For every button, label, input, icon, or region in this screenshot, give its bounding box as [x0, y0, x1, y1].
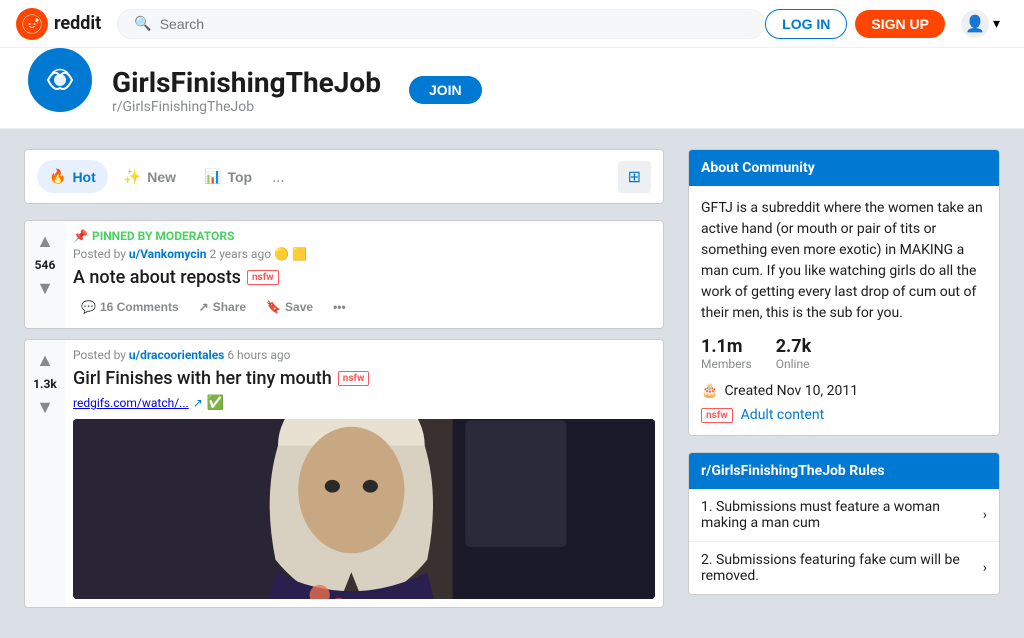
- pin-icon: 📌: [73, 229, 88, 243]
- post-body: 📌 PINNED BY MODERATORS Posted by u/Vanko…: [65, 221, 663, 328]
- members-stat: 1.1m Members: [701, 336, 752, 371]
- post-meta: Posted by u/dracoorientales 6 hours ago: [73, 348, 655, 362]
- external-link-icon: ↗: [193, 396, 203, 410]
- post-time: 6 hours ago: [227, 348, 290, 362]
- chevron-down-icon: ▾: [993, 16, 1000, 32]
- search-bar[interactable]: 🔍: [117, 9, 765, 39]
- sidebar: About Community GFTJ is a subreddit wher…: [688, 149, 1000, 618]
- about-description: GFTJ is a subreddit where the women take…: [701, 198, 987, 324]
- upvote-button[interactable]: ▲: [32, 348, 58, 373]
- more-options-button[interactable]: ...: [272, 167, 285, 186]
- save-icon: 🔖: [266, 300, 281, 314]
- join-button[interactable]: JOIN: [409, 76, 482, 104]
- user-menu[interactable]: 👤 ▾: [953, 6, 1008, 42]
- online-label: Online: [776, 357, 812, 371]
- post-image-container[interactable]: [73, 419, 655, 599]
- flame-icon: 🔥: [49, 168, 66, 185]
- search-icon: 🔍: [134, 16, 151, 32]
- sparkle-icon: ✨: [124, 168, 141, 185]
- about-community-body: GFTJ is a subreddit where the women take…: [689, 186, 999, 435]
- award-icon-1: 🟡: [274, 247, 289, 261]
- post-title: Girl Finishes with her tiny mouth nsfw: [73, 368, 655, 389]
- rules-header: r/GirlsFinishingTheJob Rules: [689, 453, 999, 489]
- user-avatar-icon: 👤: [961, 10, 989, 38]
- subreddit-info: GirlsFinishingTheJob r/GirlsFinishingThe…: [112, 66, 381, 115]
- upvote-button[interactable]: ▲: [32, 229, 58, 254]
- reddit-wordmark: reddit: [54, 13, 101, 34]
- post-link: redgifs.com/watch/... ↗ ✅: [73, 395, 655, 411]
- logo[interactable]: reddit: [16, 8, 101, 40]
- post-vote-section: ▲ 546 ▼: [25, 221, 65, 328]
- share-button[interactable]: ↗ Share: [191, 294, 254, 320]
- feed: 🔥 Hot ✨ New 📊 Top ... ⊞ ▲ 546 ▼: [24, 149, 664, 618]
- reddit-logo-icon: [16, 8, 48, 40]
- post-body: Posted by u/dracoorientales 6 hours ago …: [65, 340, 663, 607]
- sort-new-button[interactable]: ✨ New: [112, 160, 188, 193]
- adult-content-label: Adult content: [741, 407, 825, 423]
- downvote-button[interactable]: ▼: [32, 276, 58, 301]
- external-link[interactable]: redgifs.com/watch/...: [73, 396, 189, 410]
- post-vote-section: ▲ 1.3k ▼: [25, 340, 65, 607]
- post-title: A note about reposts nsfw: [73, 267, 655, 288]
- post-author-link[interactable]: u/Vankomycin: [129, 247, 207, 261]
- rules-card: r/GirlsFinishingTheJob Rules 1. Submissi…: [688, 452, 1000, 595]
- sort-hot-button[interactable]: 🔥 Hot: [37, 160, 108, 193]
- post-author-link[interactable]: u/dracoorientales: [129, 348, 224, 362]
- chevron-right-icon: ›: [983, 507, 987, 523]
- comment-icon: 💬: [81, 300, 96, 314]
- rule-number: 1.: [701, 499, 713, 515]
- rule-item[interactable]: 1. Submissions must feature a woman maki…: [689, 489, 999, 542]
- about-community-card: About Community GFTJ is a subreddit wher…: [688, 149, 1000, 436]
- nsfw-badge: nsfw: [338, 371, 370, 386]
- subreddit-banner: GirlsFinishingTheJob r/GirlsFinishingThe…: [0, 48, 1024, 129]
- search-input[interactable]: [160, 16, 748, 32]
- chevron-right-icon: ›: [983, 560, 987, 576]
- save-button[interactable]: 🔖 Save: [258, 294, 321, 320]
- signup-button[interactable]: SIGN UP: [855, 10, 945, 38]
- view-card-button[interactable]: ⊞: [618, 161, 651, 193]
- sort-bar: 🔥 Hot ✨ New 📊 Top ... ⊞: [24, 149, 664, 204]
- post-actions: 💬 16 Comments ↗ Share 🔖 Save •••: [73, 294, 655, 320]
- subreddit-name: GirlsFinishingTheJob: [112, 66, 381, 99]
- verified-icon: ✅: [207, 395, 224, 411]
- rule-item[interactable]: 2. Submissions featuring fake cum will b…: [689, 542, 999, 594]
- view-toggle: ⊞: [618, 161, 651, 193]
- rule-number: 2.: [701, 552, 713, 568]
- downvote-button[interactable]: ▼: [32, 395, 58, 420]
- chart-icon: 📊: [204, 168, 221, 185]
- main-content: 🔥 Hot ✨ New 📊 Top ... ⊞ ▲ 546 ▼: [0, 129, 1024, 638]
- members-label: Members: [701, 357, 752, 371]
- site-header: reddit 🔍 LOG IN SIGN UP 👤 ▾: [0, 0, 1024, 48]
- vote-count: 1.3k: [33, 377, 57, 391]
- subreddit-icon: [24, 44, 96, 116]
- post-card: ▲ 1.3k ▼ Posted by u/dracoorientales 6 h…: [24, 339, 664, 608]
- pinned-label: 📌 PINNED BY MODERATORS: [73, 229, 655, 243]
- share-icon: ↗: [199, 300, 209, 314]
- comments-button[interactable]: 💬 16 Comments: [73, 294, 187, 320]
- sort-top-button[interactable]: 📊 Top: [192, 160, 264, 193]
- rule-text: Submissions featuring fake cum will be r…: [701, 552, 960, 584]
- online-stat: 2.7k Online: [776, 336, 812, 371]
- rules-list: 1. Submissions must feature a woman maki…: [689, 489, 999, 594]
- post-meta: Posted by u/Vankomycin 2 years ago 🟡 🟨: [73, 247, 655, 261]
- content-tags: nsfw Adult content: [701, 407, 987, 423]
- login-button[interactable]: LOG IN: [765, 9, 847, 39]
- pinned-post-card: ▲ 546 ▼ 📌 PINNED BY MODERATORS Posted by…: [24, 220, 664, 329]
- header-actions: LOG IN SIGN UP 👤 ▾: [765, 6, 1008, 42]
- vote-count: 546: [35, 258, 56, 272]
- members-count: 1.1m: [701, 336, 752, 357]
- more-actions-button[interactable]: •••: [325, 294, 354, 320]
- online-count: 2.7k: [776, 336, 812, 357]
- nsfw-tag: nsfw: [701, 408, 733, 423]
- post-image: [73, 419, 655, 599]
- post-time: 2 years ago: [209, 247, 271, 261]
- nsfw-badge: nsfw: [247, 270, 279, 285]
- created-date: Created Nov 10, 2011: [724, 383, 858, 399]
- created-info: 🎂 Created Nov 10, 2011: [701, 383, 987, 399]
- award-icon-2: 🟨: [292, 247, 307, 261]
- about-community-header: About Community: [689, 150, 999, 186]
- cake-icon: 🎂: [701, 383, 718, 399]
- subreddit-slug: r/GirlsFinishingTheJob: [112, 99, 381, 115]
- community-stats: 1.1m Members 2.7k Online: [701, 336, 987, 371]
